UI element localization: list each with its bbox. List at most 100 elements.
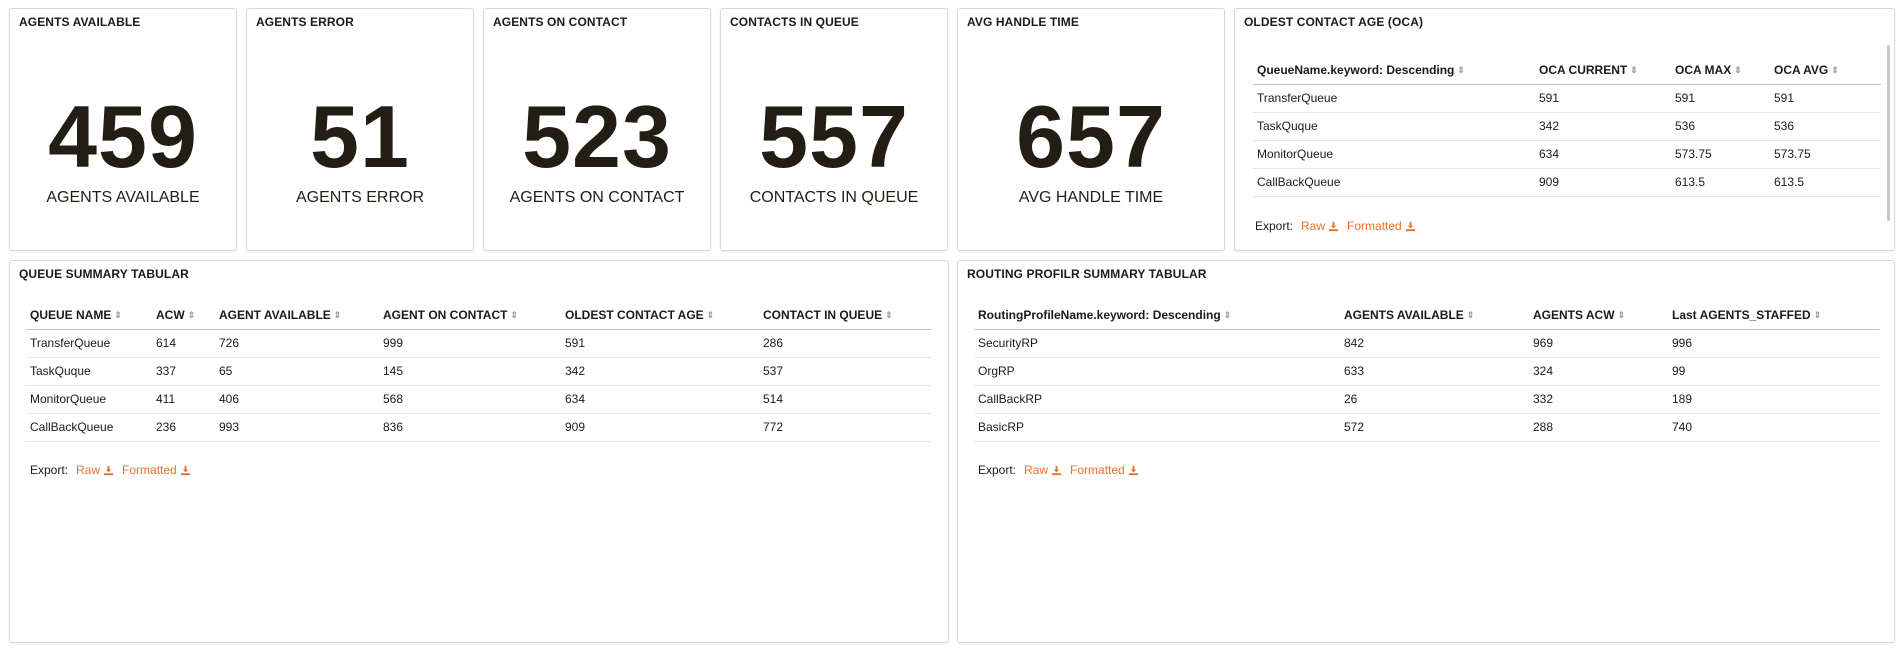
table-row: TaskQuque 342 536 536 <box>1253 112 1881 141</box>
table-cell: 591 <box>561 329 759 358</box>
export-label: Export: <box>30 463 69 477</box>
table-cell: 634 <box>561 385 759 414</box>
panel-title: QUEUE SUMMARY TABULAR <box>19 267 189 281</box>
table-cell: 836 <box>379 413 561 442</box>
sort-icon[interactable]: ⇕ <box>1224 310 1232 321</box>
download-icon <box>1328 221 1339 231</box>
sort-icon[interactable]: ⇕ <box>1734 65 1742 76</box>
panel-title: AGENTS AVAILABLE <box>19 15 141 29</box>
queue-summary-panel: QUEUE SUMMARY TABULAR QUEUE NAME ⇕ ACW ⇕ A… <box>9 260 949 643</box>
export-raw-label: Raw <box>76 463 101 477</box>
sort-icon[interactable]: ⇕ <box>1618 310 1626 321</box>
metric-value: 51 <box>310 87 410 186</box>
export-formatted-label: Formatted <box>1070 463 1125 477</box>
metric-value: 523 <box>522 87 672 186</box>
export-raw-link[interactable]: Raw <box>1024 463 1062 477</box>
column-header-agents-available[interactable]: AGENTS AVAILABLE ⇕ <box>1340 301 1529 330</box>
table-cell: 568 <box>379 385 561 414</box>
panel-title: AGENTS ON CONTACT <box>493 15 628 29</box>
column-header-queue-name[interactable]: QUEUE NAME ⇕ <box>26 301 152 330</box>
table-row: SecurityRP 842 969 996 <box>974 329 1879 358</box>
table-cell: 613.5 <box>1671 168 1770 197</box>
sort-icon[interactable]: ⇕ <box>1814 310 1822 321</box>
metric-value: 459 <box>48 87 198 186</box>
export-formatted-link[interactable]: Formatted <box>1070 463 1139 477</box>
routing-summary-panel: ROUTING PROFILR SUMMARY TABULAR RoutingP… <box>957 260 1895 643</box>
table-cell: 999 <box>379 329 561 358</box>
panel-title: AGENTS ERROR <box>256 15 354 29</box>
column-header-oca-avg[interactable]: OCA AVG ⇕ <box>1770 56 1881 85</box>
export-row: Export: Raw Formatted <box>1255 219 1416 233</box>
sort-icon[interactable]: ⇕ <box>1831 65 1839 76</box>
table-cell: CallBackQueue <box>26 413 152 442</box>
sort-icon[interactable]: ⇕ <box>1467 310 1475 321</box>
column-header-queue-name[interactable]: QueueName.keyword: Descending ⇕ <box>1253 56 1535 85</box>
table-header-row: QueueName.keyword: Descending ⇕ OCA CURRE… <box>1253 56 1881 85</box>
metric-label: AGENTS ERROR <box>295 189 424 206</box>
panel-title: ROUTING PROFILR SUMMARY TABULAR <box>967 267 1207 281</box>
table-cell: TaskQuque <box>1253 112 1535 141</box>
export-raw-label: Raw <box>1024 463 1049 477</box>
table-cell: 614 <box>152 329 215 358</box>
table-cell: 842 <box>1340 329 1529 358</box>
column-header-oca-max[interactable]: OCA MAX ⇕ <box>1671 56 1770 85</box>
column-header-agent-available[interactable]: AGENT AVAILABLE ⇕ <box>215 301 379 330</box>
metric-value: 657 <box>1016 87 1166 186</box>
sort-icon[interactable]: ⇕ <box>1630 65 1638 76</box>
column-header-last-agents-staffed[interactable]: Last AGENTS_STAFFED ⇕ <box>1668 301 1879 330</box>
sort-icon[interactable]: ⇕ <box>114 310 122 321</box>
table-cell: 288 <box>1529 413 1668 442</box>
table-row: BasicRP 572 288 740 <box>974 413 1879 442</box>
export-formatted-link[interactable]: Formatted <box>1347 219 1416 233</box>
table-cell: 591 <box>1770 84 1881 113</box>
metric-value: 557 <box>759 87 909 186</box>
scrollbar[interactable] <box>1887 45 1890 221</box>
sort-icon[interactable]: ⇕ <box>188 310 196 321</box>
export-raw-link[interactable]: Raw <box>76 463 114 477</box>
table-cell: TransferQueue <box>26 329 152 358</box>
table-cell: 324 <box>1529 357 1668 386</box>
sort-icon[interactable]: ⇕ <box>707 310 715 321</box>
panel-title: AVG HANDLE TIME <box>967 15 1079 29</box>
table-cell: 591 <box>1671 84 1770 113</box>
table-cell: 633 <box>1340 357 1529 386</box>
column-header-contact-in-queue[interactable]: CONTACT IN QUEUE ⇕ <box>759 301 931 330</box>
table-cell: MonitorQueue <box>26 385 152 414</box>
export-formatted-link[interactable]: Formatted <box>122 463 191 477</box>
metric-panel-contacts-in-queue: CONTACTS IN QUEUE 557 CONTACTS IN QUEUE <box>720 8 948 251</box>
table-cell: 286 <box>759 329 931 358</box>
table-row: CallBackRP 26 332 189 <box>974 385 1879 414</box>
sort-icon[interactable]: ⇕ <box>510 310 518 321</box>
column-header-routing-profile-name[interactable]: RoutingProfileName.keyword: Descending ⇕ <box>974 301 1340 330</box>
table-cell: 236 <box>152 413 215 442</box>
table-cell: 740 <box>1668 413 1879 442</box>
column-header-agent-on-contact[interactable]: AGENT ON CONTACT ⇕ <box>379 301 561 330</box>
table-cell: 634 <box>1535 140 1671 169</box>
column-header-acw[interactable]: ACW ⇕ <box>152 301 215 330</box>
export-row: Export: Raw Formatted <box>30 463 191 477</box>
routing-summary-table: RoutingProfileName.keyword: Descending ⇕ … <box>974 301 1879 442</box>
export-raw-label: Raw <box>1301 219 1326 233</box>
download-icon <box>1051 465 1062 475</box>
table-cell: OrgRP <box>974 357 1340 386</box>
table-cell: 996 <box>1668 329 1879 358</box>
sort-icon[interactable]: ⇕ <box>885 310 893 321</box>
table-cell: 332 <box>1529 385 1668 414</box>
sort-icon[interactable]: ⇕ <box>1457 65 1465 76</box>
download-icon <box>103 465 114 475</box>
download-icon <box>1128 465 1138 475</box>
export-raw-link[interactable]: Raw <box>1301 219 1339 233</box>
sort-icon[interactable]: ⇕ <box>334 310 342 321</box>
queue-summary-table: QUEUE NAME ⇕ ACW ⇕ AGENT AVAILABLE ⇕ AGENT … <box>26 301 931 442</box>
panel-title: CONTACTS IN QUEUE <box>730 15 859 29</box>
table-cell: 613.5 <box>1770 168 1881 197</box>
column-header-agents-acw[interactable]: AGENTS ACW ⇕ <box>1529 301 1668 330</box>
table-cell: 969 <box>1529 329 1668 358</box>
table-cell: 411 <box>152 385 215 414</box>
table-cell: TaskQuque <box>26 357 152 386</box>
column-header-oldest-contact-age[interactable]: OLDEST CONTACT AGE ⇕ <box>561 301 759 330</box>
panel-title: OLDEST CONTACT AGE (OCA) <box>1244 15 1424 29</box>
column-header-oca-current[interactable]: OCA CURRENT ⇕ <box>1535 56 1671 85</box>
table-cell: CallBackRP <box>974 385 1340 414</box>
table-cell: 342 <box>561 357 759 386</box>
